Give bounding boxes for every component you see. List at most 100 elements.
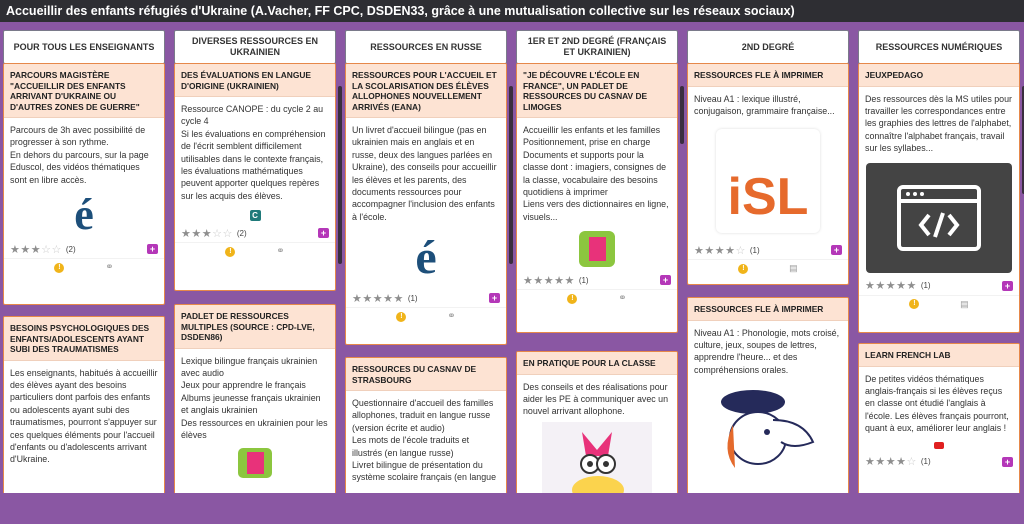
card-title: PARCOURS MAGISTÈRE "ACCUEILLIR DES ENFAN… xyxy=(4,64,164,118)
rating-count: (2) xyxy=(236,228,247,238)
scrollbar[interactable] xyxy=(338,86,342,264)
scrollbar[interactable] xyxy=(509,86,513,264)
add-comment-icon[interactable]: + xyxy=(1002,456,1013,467)
card-thumbnail[interactable] xyxy=(517,227,677,271)
add-comment-icon[interactable]: + xyxy=(147,244,158,255)
card-thumbnail[interactable] xyxy=(859,159,1019,277)
column-header: DIVERSES RESSOURCES EN UKRAINIEN xyxy=(174,30,336,64)
star-rating-icon[interactable]: ★★★★★ xyxy=(352,292,404,305)
card-thumbnail[interactable]: C xyxy=(175,206,335,224)
rating-count: (2) xyxy=(65,244,76,254)
youtube-icon xyxy=(934,442,944,450)
card-thumbnail[interactable] xyxy=(517,421,677,493)
add-comment-icon[interactable]: + xyxy=(831,245,842,256)
rating-count: (1) xyxy=(578,275,589,285)
board-title: Accueillir des enfants réfugiés d'Ukrain… xyxy=(0,0,1024,22)
card-text: Documents et supports pour la classe don… xyxy=(523,149,667,198)
info-icon[interactable]: ! xyxy=(396,311,407,322)
card-text: Livret bilingue de présentation du systè… xyxy=(352,460,497,483)
rating-count: (1) xyxy=(920,281,931,291)
card-jeuxpedago[interactable]: JEUXPEDAGO Des ressources dès la MS util… xyxy=(858,63,1020,333)
card-casnav-strasbourg[interactable]: RESSOURCES DU CASNAV DE STRASBOURG Quest… xyxy=(345,357,507,493)
card-title: EN PRATIQUE POUR LA CLASSE xyxy=(517,352,677,375)
link-icon[interactable]: ⚭ xyxy=(105,262,113,273)
card-title: BESOINS PSYCHOLOGIQUES DES ENFANTS/ADOLE… xyxy=(4,317,164,361)
card-footer: ! ⚭ xyxy=(346,307,506,325)
eduscol-logo: é xyxy=(74,190,94,240)
add-comment-icon[interactable]: + xyxy=(1002,280,1013,291)
add-comment-icon[interactable]: + xyxy=(489,293,500,304)
card-body: Des conseils et des réalisations pour ai… xyxy=(517,375,677,422)
info-icon[interactable]: ! xyxy=(225,246,236,257)
card-body: Les enseignants, habitués à accueillir d… xyxy=(4,361,164,470)
isl-logo: iSL xyxy=(716,129,820,234)
card-body: Parcours de 3h avec possibilité de progr… xyxy=(4,118,164,190)
card-evaluations-langue[interactable]: DES ÉVALUATIONS EN LANGUE D'ORIGINE (UKR… xyxy=(174,63,336,291)
card-en-pratique[interactable]: EN PRATIQUE POUR LA CLASSE Des conseils … xyxy=(516,351,678,493)
card-footer: ! ⚭ xyxy=(517,289,677,307)
card-fle-imprimer-1[interactable]: RESSOURCES FLE À IMPRIMER Niveau A1 : le… xyxy=(687,63,849,285)
card-title: DES ÉVALUATIONS EN LANGUE D'ORIGINE (UKR… xyxy=(175,64,335,97)
card-text: Les mots de l'école traduits et illustré… xyxy=(352,435,470,458)
card-thumbnail[interactable] xyxy=(688,380,848,480)
calendar-icon[interactable]: ▤ xyxy=(789,263,798,274)
link-icon[interactable]: ⚭ xyxy=(447,311,455,322)
link-icon[interactable]: ⚭ xyxy=(276,246,284,257)
column-header: 1ER ET 2ND DEGRÉ (FRANÇAIS ET UKRAINIEN) xyxy=(516,30,678,64)
calendar-icon[interactable]: ▤ xyxy=(960,299,969,310)
card-thumbnail[interactable] xyxy=(175,445,335,481)
code-window-icon xyxy=(866,162,1012,273)
link-icon[interactable]: ⚭ xyxy=(618,293,626,304)
info-icon[interactable]: ! xyxy=(567,293,578,304)
scrollbar[interactable] xyxy=(680,86,684,144)
card-text: Niveau A1 : Phonologie, mots croisé, cul… xyxy=(694,327,840,375)
card-learn-french-lab[interactable]: LEARN FRENCH LAB De petites vidéos théma… xyxy=(858,343,1020,493)
star-rating-icon[interactable]: ★★★★☆ xyxy=(694,244,746,257)
card-text: Positionnement, prise en charge xyxy=(523,137,651,148)
card-footer: ! ⚭ xyxy=(175,242,335,260)
padlet-logo xyxy=(238,448,272,479)
illustration-icon xyxy=(542,421,652,493)
card-je-decouvre-ecole[interactable]: "JE DÉCOUVRE L'ÉCOLE EN FRANCE", UN PADL… xyxy=(516,63,678,333)
card-fle-imprimer-2[interactable]: RESSOURCES FLE À IMPRIMER Niveau A1 : Ph… xyxy=(687,297,849,493)
add-comment-icon[interactable]: + xyxy=(318,228,329,239)
column-body: DES ÉVALUATIONS EN LANGUE D'ORIGINE (UKR… xyxy=(174,63,336,493)
rating-row: ★★★☆☆ (2) + xyxy=(4,240,164,258)
card-text: Liens vers des dictionnaires en ligne, v… xyxy=(523,199,669,222)
info-icon[interactable]: ! xyxy=(909,299,920,310)
card-thumbnail[interactable]: iSL xyxy=(688,121,848,241)
info-icon[interactable]: ! xyxy=(54,262,65,273)
star-rating-icon[interactable]: ★★★★★ xyxy=(865,279,917,292)
column-ressources-numeriques: RESSOURCES NUMÉRIQUES JEUXPEDAGO Des res… xyxy=(858,30,1024,524)
card-besoins-psychologiques[interactable]: BESOINS PSYCHOLOGIQUES DES ENFANTS/ADOLE… xyxy=(3,316,165,493)
column-1er-2nd-degre: 1ER ET 2ND DEGRÉ (FRANÇAIS ET UKRAINIEN)… xyxy=(516,30,684,524)
card-eana[interactable]: RESSOURCES POUR L'ACCUEIL ET LA SCOLARIS… xyxy=(345,63,507,345)
card-text: Accueillir les enfants et les familles xyxy=(523,125,661,135)
star-rating-icon[interactable]: ★★★☆☆ xyxy=(10,243,62,256)
isl-logo-text: iSL xyxy=(727,168,809,227)
star-rating-icon[interactable]: ★★★★★ xyxy=(523,274,575,287)
card-thumbnail[interactable]: é xyxy=(4,190,164,240)
star-rating-icon[interactable]: ★★★☆☆ xyxy=(181,227,233,240)
card-text: Si les évaluations en compréhension de l… xyxy=(181,128,326,201)
card-title: "JE DÉCOUVRE L'ÉCOLE EN FRANCE", UN PADL… xyxy=(517,64,677,118)
card-padlet-ressources[interactable]: PADLET DE RESSOURCES MULTIPLES (SOURCE :… xyxy=(174,304,336,493)
card-title: JEUXPEDAGO xyxy=(859,64,1019,87)
card-text: Des ressources en ukrainien pour les élè… xyxy=(181,417,328,440)
canope-logo: C xyxy=(249,209,261,221)
star-rating-icon[interactable]: ★★★★☆ xyxy=(865,455,917,468)
card-footer: ! ▤ xyxy=(688,259,848,277)
card-text: Les enseignants, habitués à accueillir d… xyxy=(10,367,158,465)
padlet-logo xyxy=(579,231,615,268)
card-thumbnail[interactable]: é xyxy=(346,227,506,289)
info-icon[interactable]: ! xyxy=(738,263,749,274)
column-body: RESSOURCES FLE À IMPRIMER Niveau A1 : le… xyxy=(687,63,849,493)
card-text: Un livret d'accueil bilingue (pas en ukr… xyxy=(352,125,497,222)
card-text: Des conseils et des réalisations pour ai… xyxy=(523,381,669,417)
card-text: De petites vidéos thématiques anglais-fr… xyxy=(865,373,1009,434)
card-parcours-magistere[interactable]: PARCOURS MAGISTÈRE "ACCUEILLIR DES ENFAN… xyxy=(3,63,165,305)
card-text: Albums jeunesse français ukrainien et an… xyxy=(181,392,321,416)
card-title: PADLET DE RESSOURCES MULTIPLES (SOURCE :… xyxy=(175,305,335,349)
add-comment-icon[interactable]: + xyxy=(660,275,671,286)
card-thumbnail[interactable] xyxy=(859,439,1019,453)
